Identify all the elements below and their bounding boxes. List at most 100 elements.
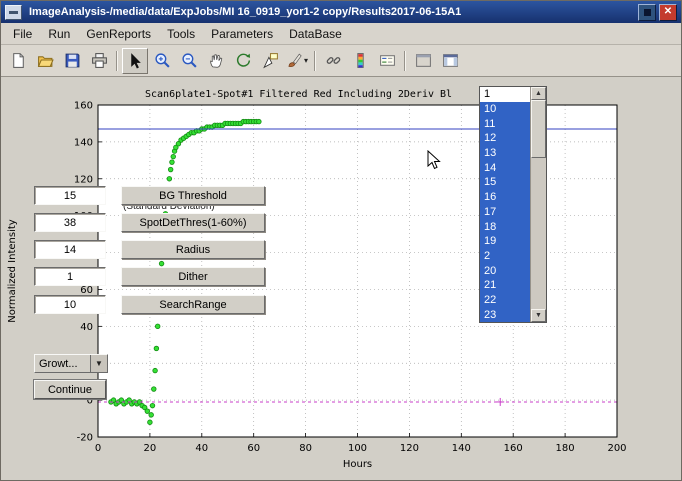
close-icon: ✕ <box>664 7 672 17</box>
pan-hand-icon <box>208 52 225 69</box>
spot-list-item[interactable]: 23 <box>480 307 530 322</box>
menu-item-parameters[interactable]: Parameters <box>203 25 281 43</box>
growth-data-points <box>159 261 164 266</box>
y-tick-label: -20 <box>77 433 93 444</box>
y-tick-label: 40 <box>80 322 93 333</box>
growth-data-points <box>151 387 156 392</box>
spot-number-listbox: 110111213141516171819220212223 ▲ ▼ <box>479 86 547 323</box>
dropdown-arrow-icon[interactable]: ▼ <box>90 355 107 372</box>
spot-list-item[interactable]: 10 <box>480 102 530 117</box>
new-file-icon <box>10 52 27 69</box>
growth-data-points <box>170 160 175 165</box>
new-file-button[interactable] <box>5 48 31 74</box>
scroll-up-arrow-icon[interactable]: ▲ <box>531 87 546 100</box>
arrow-cursor-icon <box>127 52 144 69</box>
spot-list-item[interactable]: 14 <box>480 160 530 175</box>
open-folder-button[interactable] <box>32 48 58 74</box>
continue-button[interactable]: Continue <box>34 380 106 399</box>
pan-hand-button[interactable] <box>203 48 229 74</box>
data-cursor-button[interactable] <box>257 48 283 74</box>
x-tick-label: 0 <box>95 443 101 454</box>
spot-list-item[interactable]: 1 <box>480 87 530 102</box>
spot-list-item[interactable]: 16 <box>480 190 530 205</box>
link-plots-icon <box>325 52 342 69</box>
brush-dropdown-arrow-icon[interactable]: ▾ <box>304 56 308 65</box>
spot-list-item[interactable]: 17 <box>480 205 530 220</box>
spot-list-item[interactable]: 12 <box>480 131 530 146</box>
growth-data-points <box>154 346 159 351</box>
spot-det-thres-row: 38 SpotDetThres(1-60%) <box>34 213 265 232</box>
zoom-in-icon <box>154 52 171 69</box>
window-title: ImageAnalysis-/media/data/ExpJobs/MI 16_… <box>29 6 635 18</box>
menu-item-run[interactable]: Run <box>40 25 78 43</box>
print-button[interactable] <box>86 48 112 74</box>
scroll-down-arrow-icon[interactable]: ▼ <box>531 309 546 322</box>
save-button[interactable] <box>59 48 85 74</box>
zoom-out-icon <box>181 52 198 69</box>
brush-button[interactable]: ▾ <box>284 48 310 74</box>
rotate-3d-icon <box>235 52 252 69</box>
menu-item-file[interactable]: File <box>5 25 40 43</box>
growth-data-points <box>155 324 160 329</box>
spot-list-item[interactable]: 13 <box>480 146 530 161</box>
spot-det-thres-input[interactable]: 38 <box>34 213 106 232</box>
hide-plot-tools-button[interactable] <box>410 48 436 74</box>
toolbar: ▾ <box>1 45 681 77</box>
menu-item-tools[interactable]: Tools <box>159 25 203 43</box>
show-plot-tools-icon <box>442 52 459 69</box>
x-tick-label: 120 <box>400 443 419 454</box>
growth-data-points <box>149 413 154 418</box>
growth-data-points <box>145 409 150 414</box>
spot-list-items: 110111213141516171819220212223 <box>480 87 530 322</box>
save-icon <box>64 52 81 69</box>
bg-threshold-input[interactable]: 15 <box>34 186 106 205</box>
minimize-button[interactable] <box>638 4 656 21</box>
spot-det-thres-label: SpotDetThres(1-60%) <box>121 213 265 232</box>
spot-list-item[interactable]: 21 <box>480 278 530 293</box>
growth-dropdown[interactable]: Growt... ▼ <box>34 354 108 373</box>
insert-colorbar-button[interactable] <box>347 48 373 74</box>
bg-threshold-label: BG Threshold <box>121 186 265 205</box>
insert-legend-button[interactable] <box>374 48 400 74</box>
window-menu-icon[interactable] <box>5 5 22 20</box>
x-tick-label: 180 <box>556 443 575 454</box>
arrow-cursor-button[interactable] <box>122 48 148 74</box>
x-tick-label: 80 <box>299 443 312 454</box>
link-plots-button[interactable] <box>320 48 346 74</box>
y-axis-label: Normalized Intensity <box>7 219 18 322</box>
scrollbar-track[interactable] <box>531 158 546 309</box>
dither-label: Dither <box>121 267 265 286</box>
open-folder-icon <box>37 52 54 69</box>
menu-item-genreports[interactable]: GenReports <box>78 25 159 43</box>
spot-list-item[interactable]: 2 <box>480 249 530 264</box>
rotate-3d-button[interactable] <box>230 48 256 74</box>
spot-list-scrollbar[interactable]: ▲ ▼ <box>530 87 546 322</box>
zoom-out-button[interactable] <box>176 48 202 74</box>
dither-input[interactable]: 1 <box>34 267 106 286</box>
spot-list-item[interactable]: 18 <box>480 219 530 234</box>
x-tick-label: 200 <box>607 443 626 454</box>
close-button[interactable]: ✕ <box>659 4 677 21</box>
menu-bar: FileRunGenReportsToolsParametersDataBase <box>1 23 681 45</box>
radius-input[interactable]: 14 <box>34 240 106 259</box>
show-plot-tools-button[interactable] <box>437 48 463 74</box>
spot-list-item[interactable]: 19 <box>480 234 530 249</box>
insert-legend-icon <box>379 52 396 69</box>
app-window: ImageAnalysis-/media/data/ExpJobs/MI 16_… <box>0 0 682 481</box>
growth-data-points <box>167 176 172 181</box>
title-bar[interactable]: ImageAnalysis-/media/data/ExpJobs/MI 16_… <box>1 1 681 23</box>
x-axis-label: Hours <box>343 459 372 470</box>
spot-list-item[interactable]: 22 <box>480 293 530 308</box>
spot-list-item[interactable]: 15 <box>480 175 530 190</box>
zoom-in-button[interactable] <box>149 48 175 74</box>
menu-item-database[interactable]: DataBase <box>281 25 350 43</box>
growth-data-points <box>168 167 173 172</box>
spot-list-item[interactable]: 20 <box>480 263 530 278</box>
search-range-input[interactable]: 10 <box>34 295 106 314</box>
figure-area: 020406080100120140160180200-200204060801… <box>1 77 681 481</box>
brush-icon <box>286 52 303 69</box>
spot-list-item[interactable]: 11 <box>480 116 530 131</box>
growth-data-points <box>257 119 262 124</box>
growth-dropdown-value: Growt... <box>35 358 90 370</box>
scrollbar-thumb[interactable] <box>531 100 546 158</box>
